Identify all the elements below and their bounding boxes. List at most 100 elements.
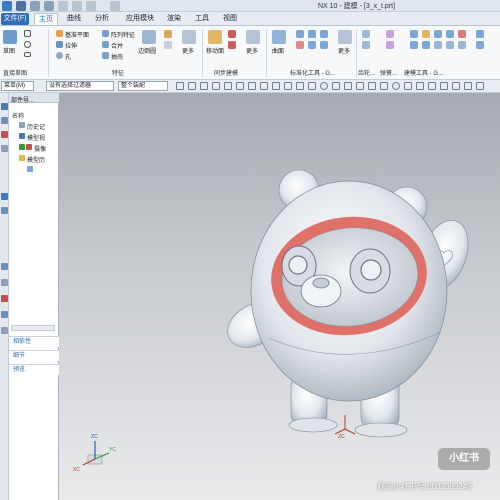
- tab-render[interactable]: 渲染: [164, 13, 184, 25]
- move-face-icon[interactable]: [208, 30, 222, 44]
- edge-blend-label[interactable]: 边倒圆: [138, 46, 156, 55]
- snap-icon-22[interactable]: [452, 82, 460, 90]
- snap-icon-2[interactable]: [188, 82, 196, 90]
- standard-tool-icon-3[interactable]: [320, 30, 328, 38]
- modeling-tool-icon-11[interactable]: [476, 30, 484, 38]
- snap-icon-18[interactable]: [404, 82, 412, 90]
- preview-section[interactable]: 预览: [9, 364, 59, 375]
- tab-home[interactable]: 主页: [34, 13, 58, 25]
- copy-icon[interactable]: [72, 1, 82, 11]
- hole-label[interactable]: 孔: [65, 52, 71, 61]
- rectangle-icon[interactable]: [24, 52, 31, 57]
- modeling-tool-icon-5[interactable]: [458, 30, 466, 38]
- gear-icon-2[interactable]: [362, 41, 370, 49]
- shell-icon[interactable]: [102, 52, 109, 59]
- more-features-icon[interactable]: [182, 30, 196, 44]
- snap-icon-16[interactable]: [368, 82, 376, 90]
- tree-node-cameras[interactable]: 摄像: [34, 144, 46, 153]
- snap-icon-8[interactable]: [260, 82, 268, 90]
- column-header-name[interactable]: 名称: [12, 111, 24, 120]
- tree-node-model-views[interactable]: 模型视: [27, 133, 45, 142]
- more-sync-label[interactable]: 更多: [246, 46, 258, 55]
- snap-icon-13[interactable]: [332, 82, 340, 90]
- snap-icon-20[interactable]: [428, 82, 436, 90]
- details-section[interactable]: 细节: [9, 350, 59, 361]
- modeling-tool-icon-10[interactable]: [458, 41, 466, 49]
- redo-icon[interactable]: [44, 1, 54, 11]
- extrude-icon[interactable]: [56, 41, 63, 48]
- graphics-window[interactable]: ZC YC XC ZC 小红书 我的小红书号:8032389249: [59, 93, 500, 500]
- assembly-navigator-tab-icon[interactable]: [1, 117, 8, 124]
- role-tab-icon[interactable]: [1, 311, 8, 318]
- snap-icon-3[interactable]: [200, 82, 208, 90]
- surface-icon[interactable]: [272, 30, 286, 44]
- standard-tool-icon-4[interactable]: [296, 41, 304, 49]
- more-surface-label[interactable]: 更多: [338, 46, 350, 55]
- menu-dropdown[interactable]: 菜单(M): [1, 81, 34, 91]
- more-features-label[interactable]: 更多: [182, 46, 194, 55]
- constraint-navigator-tab-icon[interactable]: [1, 131, 8, 138]
- modeling-tool-icon-6[interactable]: [410, 41, 418, 49]
- tab-view[interactable]: 视图: [220, 13, 240, 25]
- system-scene-tab-icon[interactable]: [1, 327, 8, 334]
- standard-tool-icon-2[interactable]: [308, 30, 316, 38]
- pattern-icon[interactable]: [102, 30, 109, 37]
- save-icon[interactable]: [16, 1, 26, 11]
- snap-icon[interactable]: [176, 82, 184, 90]
- selection-filter-dropdown[interactable]: 没有选择过滤器: [46, 81, 114, 91]
- snap-icon-10[interactable]: [284, 82, 292, 90]
- datum-plane-label[interactable]: 基准平面: [65, 30, 89, 39]
- snap-icon-24[interactable]: [476, 82, 484, 90]
- snap-icon-17[interactable]: [380, 82, 388, 90]
- body-feature-icon[interactable]: [27, 166, 33, 172]
- undo-icon[interactable]: [30, 1, 40, 11]
- panda-model[interactable]: [220, 169, 477, 438]
- pattern-label[interactable]: 阵列特征: [111, 30, 135, 39]
- system-material-tab-icon[interactable]: [1, 263, 8, 270]
- arc-icon[interactable]: [24, 41, 31, 48]
- tab-tools[interactable]: 工具: [192, 13, 212, 25]
- tab-analysis[interactable]: 分析: [92, 13, 112, 25]
- snap-icon-19[interactable]: [416, 82, 424, 90]
- snap-icon-4[interactable]: [212, 82, 220, 90]
- line-icon[interactable]: [24, 30, 31, 37]
- gear-icon[interactable]: [362, 30, 370, 38]
- modeling-tool-icon-9[interactable]: [446, 41, 454, 49]
- manufacturing-wizard-tab-icon[interactable]: [1, 295, 8, 302]
- snap-icon-6[interactable]: [236, 82, 244, 90]
- spring-icon-2[interactable]: [386, 41, 394, 49]
- snap-icon-11[interactable]: [296, 82, 304, 90]
- modeling-tool-icon-4[interactable]: [446, 30, 454, 38]
- snap-icon-9[interactable]: [272, 82, 280, 90]
- surface-label[interactable]: 曲面: [272, 46, 284, 55]
- spring-icon[interactable]: [386, 30, 394, 38]
- paste-icon[interactable]: [86, 1, 96, 11]
- snap-icon-14[interactable]: [344, 82, 352, 90]
- more-sync-icon[interactable]: [246, 30, 260, 44]
- window-icon[interactable]: [110, 1, 120, 11]
- feature-tool-icon-2[interactable]: [164, 41, 172, 49]
- tree-node-model-history[interactable]: 模型历: [27, 155, 45, 164]
- navigator-scrollbar[interactable]: [11, 325, 55, 331]
- tree-node-history[interactable]: 历史记: [27, 122, 45, 131]
- modeling-tool-icon-12[interactable]: [476, 41, 484, 49]
- shell-label[interactable]: 抽壳: [111, 52, 123, 61]
- file-menu[interactable]: 文件(F): [1, 13, 29, 25]
- move-face-label[interactable]: 移动面: [206, 46, 224, 55]
- hole-icon[interactable]: [56, 52, 63, 59]
- model-canvas[interactable]: ZC YC XC ZC: [59, 93, 500, 500]
- modeling-tool-icon[interactable]: [410, 30, 418, 38]
- web-browser-tab-icon[interactable]: [1, 193, 8, 200]
- selection-scope-dropdown[interactable]: 整个装配: [118, 81, 168, 91]
- sync-tool-icon-2[interactable]: [228, 41, 236, 49]
- process-studio-tab-icon[interactable]: [1, 279, 8, 286]
- unite-icon[interactable]: [102, 41, 109, 48]
- modeling-tool-icon-2[interactable]: [422, 30, 430, 38]
- reuse-library-tab-icon[interactable]: [1, 145, 8, 152]
- tab-application[interactable]: 应用模块: [120, 13, 160, 25]
- modeling-tool-icon-7[interactable]: [422, 41, 430, 49]
- snap-icon-21[interactable]: [440, 82, 448, 90]
- history-tab-icon[interactable]: [1, 207, 8, 214]
- extrude-label[interactable]: 拉伸: [65, 41, 77, 50]
- modeling-tool-icon-3[interactable]: [434, 30, 442, 38]
